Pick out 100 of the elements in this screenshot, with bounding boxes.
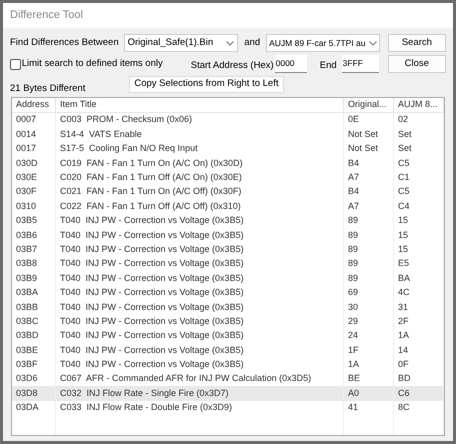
table-cell-text: 1A bbox=[398, 329, 410, 342]
table-cell-text: 0E bbox=[348, 113, 360, 126]
find-label: Find Differences Between bbox=[10, 36, 119, 50]
table-cell-text: 0017 bbox=[16, 142, 36, 156]
table-cell-text: T040 INJ PW - Correction vs Voltage (0x3B5) bbox=[60, 358, 244, 372]
table-cell-text: B4 bbox=[348, 185, 360, 198]
table-row[interactable]: 03D8 C032 INJ Flow Rate - Single Fire (0x3D7) A0 C6 bbox=[12, 386, 444, 401]
table-cell-text: C032 INJ Flow Rate - Single Fire (0x3D7) bbox=[60, 386, 229, 400]
table-cell-text: A7 bbox=[348, 171, 360, 184]
table-cell-text: BD bbox=[398, 372, 411, 386]
table-cell-text: 02 bbox=[398, 113, 408, 126]
table-cell-text: 0310 bbox=[16, 200, 36, 213]
table-cell-text: 69 bbox=[348, 286, 358, 300]
table-cell-text: 03D8 bbox=[16, 386, 38, 400]
table-cell-text: S17-5 Cooling Fan N/O Req Input bbox=[60, 142, 198, 156]
table-cell-text: C4 bbox=[398, 200, 410, 213]
table-cell-text: 03D6 bbox=[16, 372, 38, 386]
table-cell-text: 14 bbox=[398, 344, 408, 357]
table-cell-text: 41 bbox=[348, 401, 358, 414]
table-cell-text: 03B6 bbox=[16, 228, 38, 242]
table-cell-text: BE bbox=[348, 372, 360, 386]
table-cell-text: 1F bbox=[348, 344, 359, 357]
end-address-field[interactable]: 3FFF bbox=[342, 55, 379, 73]
table-cell-text: C6 bbox=[398, 386, 410, 400]
table-cell-text: 4C bbox=[398, 286, 410, 300]
file-dropdown[interactable]: AUJM 89 F-car 5.7TPI au bbox=[266, 34, 380, 52]
table-cell-text: Set bbox=[398, 128, 412, 141]
table-cell-text: 03BD bbox=[16, 329, 39, 342]
table-cell-text: 15 bbox=[398, 228, 408, 242]
table-cell-text: T040 INJ PW - Correction vs Voltage (0x3B5) bbox=[60, 344, 244, 357]
table-cell-text: 29 bbox=[348, 314, 358, 328]
table-cell-text: C019 FAN - Fan 1 Turn On (A/C On) (0x30D) bbox=[60, 156, 243, 170]
column-header[interactable]: AUJM 8... bbox=[394, 98, 444, 112]
table-cell-text: 03BF bbox=[16, 358, 38, 372]
table-cell-text: T040 INJ PW - Correction vs Voltage (0x3B5) bbox=[60, 228, 244, 242]
search-button[interactable]: Search bbox=[388, 34, 446, 52]
table-cell-text: C5 bbox=[398, 185, 410, 198]
table-cell-text: 89 bbox=[348, 214, 358, 228]
end-label: End bbox=[320, 58, 337, 73]
column-header[interactable]: Original... bbox=[344, 98, 394, 112]
table-cell-text: C067 AFR - Commanded AFR for INJ PW Calculation (0x3D5) bbox=[60, 372, 312, 386]
table-cell-text: 03B7 bbox=[16, 242, 38, 256]
table-cell-text: 03BB bbox=[16, 300, 38, 314]
table-cell-text: A7 bbox=[348, 200, 360, 213]
table-cell-text: 2F bbox=[398, 314, 409, 328]
table-cell-text: 03B9 bbox=[16, 272, 38, 285]
table-cell-text: 89 bbox=[348, 257, 358, 270]
table-cell-text: 89 bbox=[348, 242, 358, 256]
table-cell-text: T040 INJ PW - Correction vs Voltage (0x3B5) bbox=[60, 329, 244, 342]
table-cell-text: 31 bbox=[398, 300, 408, 314]
table-cell-text: Not Set bbox=[348, 142, 378, 156]
table-cell-text: 24 bbox=[348, 329, 358, 342]
table-cell-text: A0 bbox=[348, 386, 360, 400]
table-cell-text: T040 INJ PW - Correction vs Voltage (0x3B5) bbox=[60, 314, 244, 328]
start-address-field[interactable]: 0000 bbox=[274, 55, 307, 73]
table-cell-text: 03BE bbox=[16, 344, 38, 357]
table-cell-text: BA bbox=[398, 272, 410, 285]
table-cell-text: T040 INJ PW - Correction vs Voltage (0x3B5) bbox=[60, 214, 244, 228]
table-cell-text: 030E bbox=[16, 171, 38, 184]
table-cell-text: C021 FAN - Fan 1 Turn On (A/C Off) (0x30F) bbox=[60, 185, 242, 198]
start-address-label: Start Address (Hex) bbox=[190, 58, 274, 73]
table-cell-text: 15 bbox=[398, 214, 408, 228]
table-cell-text: E5 bbox=[398, 257, 410, 270]
table-cell-text: 15 bbox=[398, 242, 408, 256]
table-cell-text: 030D bbox=[16, 156, 38, 170]
caret-icon bbox=[368, 40, 377, 46]
close-button[interactable]: Close bbox=[388, 55, 446, 73]
limit-checkbox[interactable] bbox=[10, 58, 21, 70]
table-cell-text: 0007 bbox=[16, 113, 36, 126]
table-cell-text: C033 INJ Flow Rate - Double Fire (0x3D9) bbox=[60, 401, 232, 414]
table-cell-text: Not Set bbox=[348, 128, 378, 141]
table-cell-text: 03DA bbox=[16, 401, 39, 414]
table-cell-text: Set bbox=[398, 142, 412, 156]
table-cell-text: C1 bbox=[398, 171, 410, 184]
table-row[interactable]: 03D6 C067 AFR - Commanded AFR for INJ PW Calculation (0x3D5) BE BD bbox=[12, 372, 444, 386]
column-header[interactable]: Item Title bbox=[56, 98, 344, 112]
table-cell-text: B4 bbox=[348, 156, 360, 170]
table-cell-text: C022 FAN - Fan 1 Turn Off (A/C Off) (0x310) bbox=[60, 200, 241, 213]
table-cell-text: T040 INJ PW - Correction vs Voltage (0x3B5) bbox=[60, 286, 244, 300]
file-dropdown[interactable]: Original_Safe(1).Bin bbox=[124, 34, 238, 52]
caret-icon bbox=[226, 40, 234, 46]
table-cell-text: T040 INJ PW - Correction vs Voltage (0x3B5) bbox=[60, 300, 244, 314]
limit-label: Limit search to defined items only bbox=[22, 56, 163, 71]
table-cell-text: 8C bbox=[398, 401, 410, 414]
and-label: and bbox=[244, 36, 260, 50]
count-label: 21 Bytes Different bbox=[10, 82, 86, 96]
table-cell-text: 89 bbox=[348, 228, 358, 242]
table-cell-text: 030F bbox=[16, 185, 37, 198]
table-cell-text: C020 FAN - Fan 1 Turn Off (A/C On) (0x30E) bbox=[60, 171, 242, 184]
copy-button[interactable]: Copy Selections from Right to Left bbox=[129, 76, 284, 93]
column-header[interactable]: Address bbox=[12, 98, 56, 112]
table-cell-text: S14-4 VATS Enable bbox=[60, 128, 142, 141]
window-title: Difference Tool bbox=[10, 8, 83, 24]
table-cell-text: 03BA bbox=[16, 286, 38, 300]
table-cell-text: T040 INJ PW - Correction vs Voltage (0x3B5) bbox=[60, 242, 244, 256]
table-cell-text: T040 INJ PW - Correction vs Voltage (0x3B5) bbox=[60, 257, 244, 270]
table-cell-text: T040 INJ PW - Correction vs Voltage (0x3B5) bbox=[60, 272, 244, 285]
table-cell-text: 30 bbox=[348, 300, 358, 314]
table-cell-text: 03BC bbox=[16, 314, 39, 328]
table-cell-text: 03B5 bbox=[16, 214, 38, 228]
